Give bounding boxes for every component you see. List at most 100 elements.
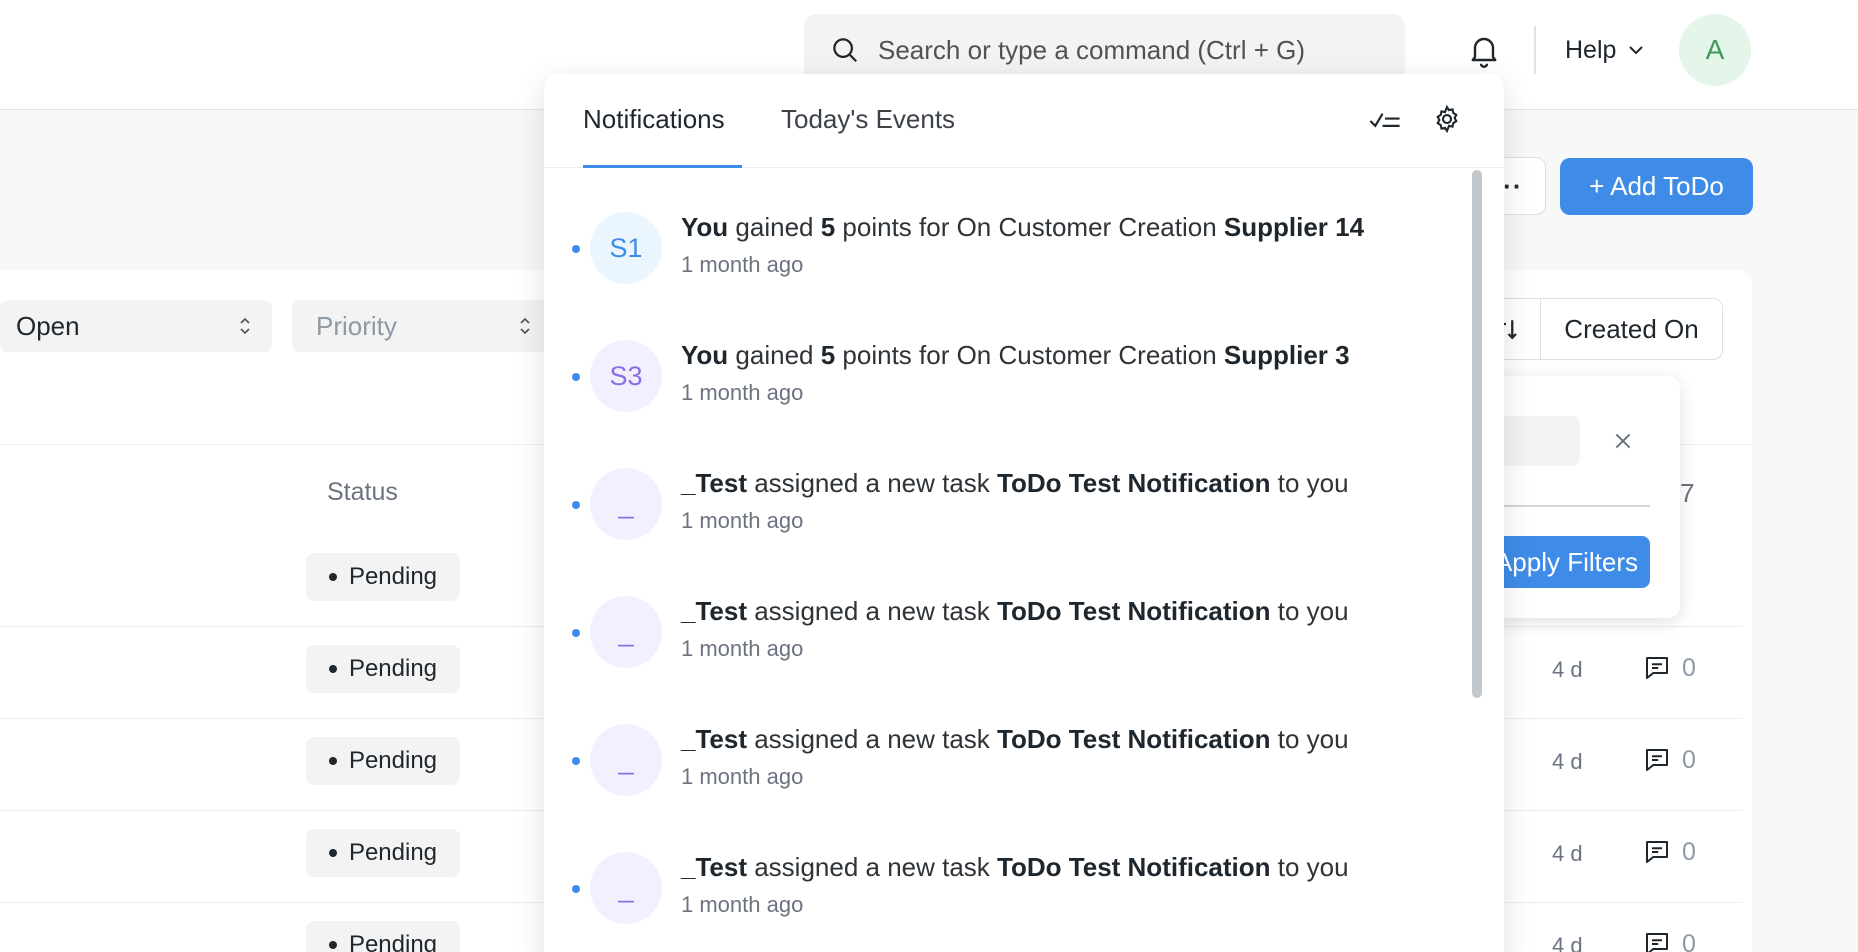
notification-text-part: points for On Customer Creation xyxy=(835,340,1224,370)
status-badge-label: Pending xyxy=(348,747,438,774)
unread-dot xyxy=(572,629,580,637)
scrollbar-thumb[interactable] xyxy=(1472,170,1482,698)
help-menu[interactable]: Help xyxy=(1565,30,1646,70)
comment-count: 0 xyxy=(1642,837,1696,867)
notification-text-part: gained xyxy=(728,212,821,242)
notification-actor: _Test xyxy=(681,724,747,754)
notification-item[interactable]: S3 You gained 5 points for On Customer C… xyxy=(544,336,1464,464)
notification-text-part: to you xyxy=(1270,468,1349,498)
notification-actor: _Test xyxy=(681,852,747,882)
notification-text: _Test assigned a new task ToDo Test Noti… xyxy=(681,596,1349,627)
gear-icon[interactable] xyxy=(1432,104,1462,134)
notification-avatar: _ xyxy=(590,596,662,668)
sort-by-button[interactable]: Created On xyxy=(1541,314,1722,345)
chevron-down-icon xyxy=(1629,46,1644,55)
close-icon[interactable] xyxy=(1612,430,1634,452)
notification-text: You gained 5 points for On Customer Crea… xyxy=(681,340,1350,371)
notification-text-part: assigned a new task xyxy=(747,596,998,626)
navbar-divider xyxy=(1534,26,1536,74)
tab-notifications[interactable]: Notifications xyxy=(583,104,725,135)
notification-item[interactable]: _ _Test assigned a new task ToDo Test No… xyxy=(544,720,1464,848)
comment-icon xyxy=(1646,749,1668,771)
notification-text-part: gained xyxy=(728,340,821,370)
comment-count: 0 xyxy=(1642,653,1696,683)
status-dot xyxy=(328,573,337,581)
comment-count-value: 0 xyxy=(1682,745,1696,774)
notification-actor: _Test xyxy=(681,468,747,498)
comment-count-value: 0 xyxy=(1682,837,1696,866)
row-modified-time: 4 d xyxy=(1552,841,1583,866)
notification-avatar: _ xyxy=(590,468,662,540)
notification-time: 1 month ago xyxy=(681,892,804,917)
notification-text-part: assigned a new task xyxy=(747,852,998,882)
status-badge: Pending xyxy=(306,829,460,877)
status-badge: Pending xyxy=(306,553,460,601)
notification-text-part xyxy=(1062,724,1069,754)
notification-item[interactable]: S1 You gained 5 points for On Customer C… xyxy=(544,208,1464,336)
notification-bold: ToDo xyxy=(997,596,1062,626)
count-column-header: 7 xyxy=(1680,478,1695,508)
help-label: Help xyxy=(1565,35,1617,64)
notification-bold: 5 xyxy=(820,340,836,370)
notification-time: 1 month ago xyxy=(681,508,804,533)
notification-document: Test Notification xyxy=(1068,596,1271,626)
notification-text: _Test assigned a new task ToDo Test Noti… xyxy=(681,724,1349,755)
notification-bold: 5 xyxy=(820,212,836,242)
row-modified-time: 4 d xyxy=(1552,657,1583,682)
notification-time: 1 month ago xyxy=(681,380,804,405)
notification-text-part: to you xyxy=(1270,724,1349,754)
notification-actor: _Test xyxy=(681,596,747,626)
active-tab-indicator xyxy=(583,165,742,168)
status-dot xyxy=(328,665,337,673)
status-badge-label: Pending xyxy=(348,839,438,866)
notification-avatar: S3 xyxy=(590,340,662,412)
status-badge: Pending xyxy=(306,645,460,693)
notification-document: Supplier 3 xyxy=(1223,340,1350,370)
priority-filter-select[interactable]: Priority xyxy=(292,300,552,352)
row-modified-time: 4 d xyxy=(1552,933,1583,952)
notification-text-part: assigned a new task xyxy=(747,724,998,754)
user-avatar[interactable]: A xyxy=(1679,14,1751,86)
search-input[interactable] xyxy=(878,34,1398,66)
notification-bold: ToDo xyxy=(997,852,1062,882)
add-todo-button[interactable]: + Add ToDo xyxy=(1560,158,1753,215)
select-arrows-icon xyxy=(520,317,530,335)
search-icon xyxy=(833,38,858,63)
notification-avatar: _ xyxy=(590,724,662,796)
unread-dot xyxy=(572,885,580,893)
status-badge-label: Pending xyxy=(348,931,438,952)
comment-count-value: 0 xyxy=(1682,653,1696,682)
comment-icon xyxy=(1646,933,1668,952)
notification-bold: ToDo xyxy=(997,468,1062,498)
status-badge-label: Pending xyxy=(348,563,438,590)
notification-document: Test Notification xyxy=(1068,468,1271,498)
notification-actor: You xyxy=(681,212,729,242)
comment-count: 0 xyxy=(1642,929,1696,952)
notification-item[interactable]: _ _Test assigned a new task ToDo Test No… xyxy=(544,848,1464,952)
status-badge: Pending xyxy=(306,921,460,952)
status-filter-value: Open xyxy=(16,310,80,341)
notification-text: _Test assigned a new task ToDo Test Noti… xyxy=(681,852,1349,883)
status-column-header: Status xyxy=(327,478,398,506)
comment-icon xyxy=(1646,657,1668,679)
notification-time: 1 month ago xyxy=(681,252,804,277)
bell-icon[interactable] xyxy=(1466,32,1502,70)
notification-text-part xyxy=(1062,596,1069,626)
notification-text-part: to you xyxy=(1270,596,1349,626)
notification-avatar: S1 xyxy=(590,212,662,284)
notification-text-part xyxy=(1062,852,1069,882)
tab-todays-events[interactable]: Today's Events xyxy=(781,104,955,135)
status-filter-select[interactable]: Open xyxy=(0,300,272,352)
mark-all-read-icon[interactable] xyxy=(1368,106,1402,136)
notification-document: Test Notification xyxy=(1068,724,1271,754)
unread-dot xyxy=(572,245,580,253)
notification-item[interactable]: _ _Test assigned a new task ToDo Test No… xyxy=(544,464,1464,592)
notification-item[interactable]: _ _Test assigned a new task ToDo Test No… xyxy=(544,592,1464,720)
notification-text-part: to you xyxy=(1270,852,1349,882)
notification-text: You gained 5 points for On Customer Crea… xyxy=(681,212,1364,243)
comment-count-value: 0 xyxy=(1682,929,1696,952)
status-dot xyxy=(328,757,337,765)
status-dot xyxy=(328,941,337,949)
notification-time: 1 month ago xyxy=(681,764,804,789)
notification-text: _Test assigned a new task ToDo Test Noti… xyxy=(681,468,1349,499)
